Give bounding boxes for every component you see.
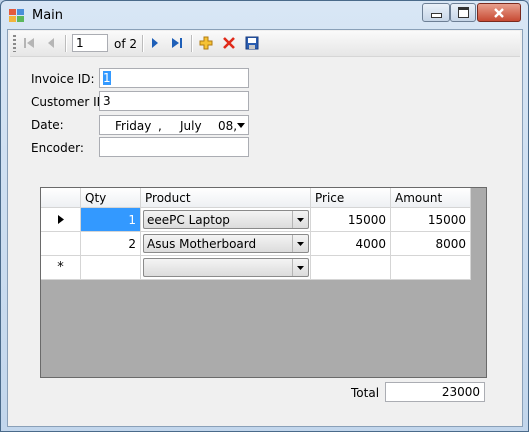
product-value: eeePC Laptop	[147, 213, 230, 227]
date-separator: ,	[158, 119, 162, 133]
minimize-button[interactable]	[422, 3, 450, 22]
new-row-selector[interactable]: *	[41, 256, 81, 280]
delete-button[interactable]	[220, 34, 238, 52]
row-header-corner[interactable]	[41, 188, 81, 208]
total-label: Total	[351, 386, 380, 400]
toolbar-separator	[142, 35, 144, 52]
toolbar-separator	[65, 35, 67, 52]
client-area: 1 of 2 Invoice ID: 1 Customer ID: 3 Date…	[7, 29, 523, 427]
move-next-button[interactable]	[146, 34, 164, 52]
minimize-icon	[430, 13, 442, 18]
cell-amount[interactable]: 8000	[391, 232, 471, 256]
cell-qty[interactable]: 1	[81, 208, 141, 232]
chevron-down-icon[interactable]	[237, 123, 245, 128]
product-combobox[interactable]	[143, 258, 309, 277]
move-first-icon	[24, 38, 34, 48]
invoice-id-value: 1	[103, 71, 111, 85]
save-icon	[245, 36, 259, 50]
chevron-down-icon	[297, 217, 304, 222]
move-next-icon	[152, 38, 158, 48]
app-icon	[9, 9, 25, 23]
customer-id-field[interactable]: 3	[99, 91, 249, 111]
date-label: Date:	[31, 118, 64, 132]
cell-product[interactable]	[141, 256, 311, 280]
move-previous-button[interactable]	[42, 34, 60, 52]
move-previous-icon	[48, 38, 54, 48]
column-header-amount[interactable]: Amount	[391, 188, 471, 208]
product-value: Asus Motherboard	[147, 237, 257, 251]
invoice-id-label: Invoice ID:	[31, 72, 95, 86]
chevron-down-icon	[297, 241, 304, 246]
title-bar[interactable]: Main	[1, 1, 528, 29]
cell-price[interactable]	[311, 256, 391, 280]
combobox-arrow[interactable]	[292, 259, 308, 276]
date-picker[interactable]: Friday , July 08,	[99, 115, 249, 135]
column-header-price[interactable]: Price	[311, 188, 391, 208]
cell-price[interactable]: 15000	[311, 208, 391, 232]
cell-qty[interactable]: 2	[81, 232, 141, 256]
count-label: of 2	[114, 37, 138, 51]
date-daynum: 08,	[218, 119, 238, 133]
total-field[interactable]: 23000	[385, 382, 485, 402]
row-selector[interactable]	[41, 232, 81, 256]
toolbar-separator	[191, 35, 193, 52]
toolbar-grip[interactable]	[13, 35, 16, 52]
window-title: Main	[32, 8, 64, 23]
cell-amount[interactable]: 15000	[391, 208, 471, 232]
cell-price[interactable]: 4000	[311, 232, 391, 256]
move-first-button[interactable]	[20, 34, 38, 52]
invoice-lines-grid[interactable]: Qty Product Price Amount 1 eeePC Laptop …	[40, 187, 487, 378]
close-button[interactable]	[477, 3, 521, 22]
maximize-icon	[457, 7, 469, 18]
move-last-icon	[172, 38, 182, 48]
chevron-down-icon	[297, 265, 304, 270]
product-combobox[interactable]: eeePC Laptop	[143, 210, 309, 229]
product-combobox[interactable]: Asus Motherboard	[143, 234, 309, 253]
move-last-button[interactable]	[168, 34, 186, 52]
current-row-icon	[57, 215, 64, 224]
binding-navigator: 1 of 2	[10, 31, 520, 57]
column-header-product[interactable]: Product	[141, 188, 311, 208]
delete-icon	[223, 37, 235, 49]
add-new-button[interactable]	[197, 34, 215, 52]
date-day: Friday	[115, 119, 152, 133]
cell-product[interactable]: Asus Motherboard	[141, 232, 311, 256]
maximize-button[interactable]	[450, 3, 476, 22]
combobox-arrow[interactable]	[292, 235, 308, 252]
cell-product[interactable]: eeePC Laptop	[141, 208, 311, 232]
combobox-arrow[interactable]	[292, 211, 308, 228]
add-new-icon	[199, 36, 213, 50]
cell-qty[interactable]	[81, 256, 141, 280]
position-input[interactable]: 1	[72, 34, 108, 52]
save-button[interactable]	[243, 34, 261, 52]
row-selector[interactable]	[41, 208, 81, 232]
column-header-qty[interactable]: Qty	[81, 188, 141, 208]
invoice-id-field[interactable]: 1	[99, 68, 249, 88]
encoder-label: Encoder:	[31, 141, 84, 155]
close-icon	[494, 7, 504, 18]
main-window: Main 1 of 2 Invoice ID: 1 Customer ID: 3…	[0, 0, 529, 432]
cell-amount[interactable]	[391, 256, 471, 280]
encoder-field[interactable]	[99, 137, 249, 157]
date-month: July	[180, 119, 202, 133]
